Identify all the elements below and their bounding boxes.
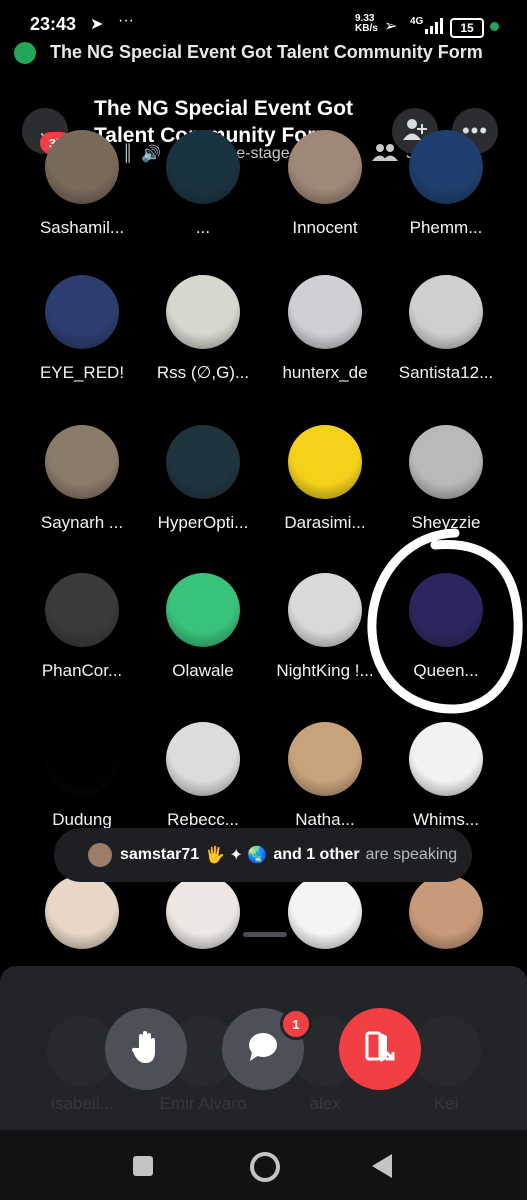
speaker-name: samstar71	[120, 846, 200, 863]
ongoing-notification[interactable]: The NG Special Event Got Talent Communit…	[50, 42, 483, 63]
avatar	[166, 275, 240, 349]
ghost-name: alex	[309, 1094, 341, 1113]
avatar	[45, 425, 119, 499]
chat-bubble-icon	[247, 1032, 279, 1067]
net-speed: 9.33 KB/s	[355, 13, 378, 34]
participant-tile[interactable]: Innocent	[265, 130, 385, 238]
recents-icon[interactable]	[133, 1156, 153, 1176]
status-bar: 23:43 ➤ ··· 9.33 KB/s ➢ 4G 15	[0, 0, 527, 40]
speaking-label: are speaking	[365, 846, 458, 863]
speaker-emojis: 🖐 ✦ 🌏	[205, 847, 268, 864]
home-icon[interactable]	[250, 1152, 280, 1182]
back-icon[interactable]	[372, 1154, 392, 1178]
controls-sheet: Isabell... Emir Alvaro alex Kei 1	[0, 966, 527, 1146]
avatar	[45, 722, 119, 796]
participant-name: Dudung	[52, 810, 112, 829]
chat-unread-badge: 1	[280, 1008, 312, 1040]
signal-icon	[425, 18, 445, 39]
annotation-circle	[367, 528, 523, 714]
participant-name: ...	[195, 218, 211, 237]
participant-tile[interactable]: Olawale	[143, 573, 263, 681]
avatar	[166, 875, 240, 949]
participant-tile[interactable]: PhanCor...	[22, 573, 142, 681]
location-icon: ➢	[384, 18, 398, 35]
participant-name: HyperOpti...	[157, 513, 249, 532]
ghost-name: Isabell...	[50, 1094, 114, 1113]
participant-tile[interactable]: Rebecc...	[143, 722, 263, 830]
network-type: 4G	[410, 16, 424, 27]
system-nav-bar	[0, 1130, 527, 1200]
avatar	[45, 130, 119, 204]
ghost-name: Emir Alvaro	[159, 1094, 247, 1113]
participant-tile[interactable]: hunterx_de	[265, 275, 385, 383]
participant-tile[interactable]: Dudung	[22, 722, 142, 830]
participant-tile[interactable]: Saynarh ...	[22, 425, 142, 533]
avatar	[409, 875, 483, 949]
participant-tile[interactable]: Rss (∅,G)...	[143, 275, 263, 383]
avatar	[409, 130, 483, 204]
avatar	[409, 275, 483, 349]
ghost-avatar	[411, 1016, 481, 1086]
sheet-drag-handle[interactable]	[243, 932, 287, 937]
avatar	[288, 722, 362, 796]
avatar	[409, 722, 483, 796]
participant-name: Saynarh ...	[40, 513, 124, 532]
avatar	[45, 275, 119, 349]
avatar	[288, 573, 362, 647]
avatar	[166, 573, 240, 647]
avatar	[166, 722, 240, 796]
leave-icon	[365, 1031, 395, 1068]
avatar	[166, 425, 240, 499]
participant-tile[interactable]: EYE_RED!	[22, 275, 142, 383]
more-notifications-icon: ···	[118, 12, 134, 29]
ghost-name: Kei	[433, 1094, 459, 1113]
participant-tile[interactable]: Santista12...	[386, 275, 506, 383]
leave-stage-button[interactable]	[339, 1008, 421, 1090]
avatar	[409, 425, 483, 499]
participant-name: EYE_RED!	[39, 363, 125, 382]
participant-name: Phemm...	[409, 218, 483, 237]
privacy-dot	[490, 22, 499, 31]
avatar	[166, 130, 240, 204]
speaker-avatar	[88, 843, 112, 867]
participant-tile[interactable]: Sheyzzie	[386, 425, 506, 533]
clock: 23:43	[30, 14, 77, 34]
participant-name: Olawale	[172, 661, 234, 680]
participant-tile[interactable]: Sashamil...	[22, 130, 142, 238]
participant-name: Innocent	[292, 218, 358, 237]
avatar	[45, 875, 119, 949]
participant-tile[interactable]: Natha...	[265, 722, 385, 830]
speaking-indicator[interactable]: samstar71 🖐 ✦ 🌏 and 1 other are speaking	[54, 828, 472, 882]
participant-name: Rss (∅,G)...	[156, 363, 250, 382]
participant-tile[interactable]: Whims...	[386, 722, 506, 830]
participant-tile[interactable]: Phemm...	[386, 130, 506, 238]
participant-name: Natha...	[295, 810, 355, 829]
avatar	[288, 275, 362, 349]
participant-name: Santista12...	[398, 363, 494, 382]
avatar	[288, 130, 362, 204]
avatar	[288, 875, 362, 949]
battery-indicator: 15	[450, 18, 484, 38]
raise-hand-button[interactable]	[105, 1008, 187, 1090]
participant-tile[interactable]: ...	[143, 130, 263, 238]
participant-name: Whims...	[412, 810, 480, 829]
stage-notification-icon	[14, 42, 36, 64]
participant-tile[interactable]: HyperOpti...	[143, 425, 263, 533]
participant-tile[interactable]: Darasimi...	[265, 425, 385, 533]
hand-icon	[131, 1030, 161, 1069]
participant-name: PhanCor...	[41, 661, 123, 680]
participant-name: Rebecc...	[167, 810, 239, 829]
avatar	[288, 425, 362, 499]
participant-name: Sashamil...	[39, 218, 125, 237]
other-speakers: and 1 other	[273, 846, 360, 863]
avatar	[45, 573, 119, 647]
telegram-icon: ➤	[90, 16, 104, 33]
participant-name: hunterx_de	[282, 363, 368, 382]
